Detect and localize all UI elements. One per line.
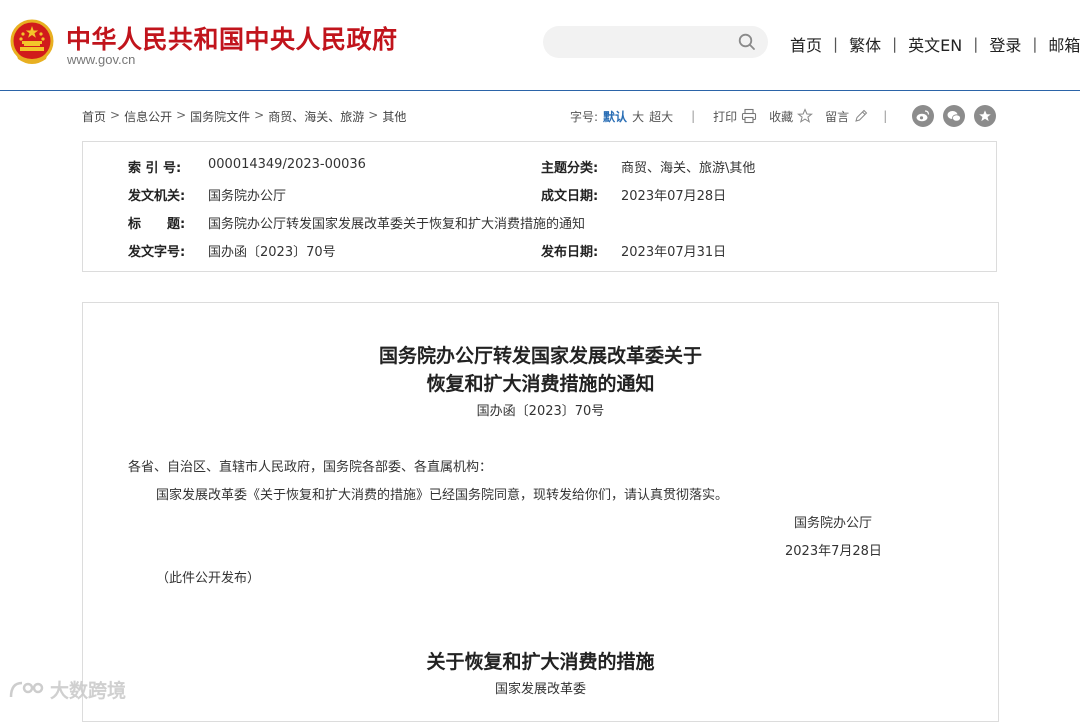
favorite-label: 收藏 bbox=[769, 109, 794, 124]
meta-label: 索 引 号: bbox=[128, 161, 182, 176]
print-label: 打印 bbox=[713, 109, 738, 124]
meta-label: 标 题: bbox=[128, 217, 186, 232]
meta-label: 发文字号: bbox=[128, 245, 186, 260]
document-signature: 国务院办公厅 bbox=[794, 516, 873, 531]
share-buttons bbox=[903, 105, 997, 127]
tools-separator: | bbox=[691, 109, 696, 123]
weibo-icon[interactable] bbox=[912, 105, 935, 127]
meta-label: 发布日期: bbox=[541, 245, 599, 260]
nav-traditional-link[interactable]: 繁体 bbox=[849, 32, 881, 56]
breadcrumb-separator: > bbox=[254, 108, 265, 122]
nav-mail-link[interactable]: 邮箱 bbox=[1048, 32, 1080, 56]
breadcrumb-home[interactable]: 首页 bbox=[82, 108, 106, 125]
meta-row: 索 引 号: 000014349/2023-00036 主题分类: 商贸、海关、… bbox=[83, 157, 996, 177]
meta-value: 000014349/2023-00036 bbox=[208, 157, 366, 172]
national-emblem-icon[interactable] bbox=[10, 19, 54, 67]
meta-value: 国办函〔2023〕70号 bbox=[208, 245, 336, 260]
nav-login-link[interactable]: 登录 bbox=[989, 32, 1021, 56]
nav-separator: | bbox=[892, 35, 898, 53]
meta-label: 发文机关: bbox=[128, 189, 186, 204]
breadcrumb-state-council-docs[interactable]: 国务院文件 bbox=[190, 108, 250, 125]
font-size-xlarge[interactable]: 超大 bbox=[649, 108, 673, 125]
star-icon[interactable] bbox=[974, 105, 997, 127]
star-outline-icon bbox=[797, 108, 814, 123]
top-nav: 首页 | 繁体 | 英文EN | 登录 | 邮箱 bbox=[790, 32, 1080, 56]
breadcrumb: 首页 > 信息公开 > 国务院文件 > 商贸、海关、旅游 > 其他 bbox=[82, 108, 406, 125]
document-body: 国务院办公厅转发国家发展改革委关于 恢复和扩大消费措施的通知 国办函〔2023〕… bbox=[82, 302, 999, 722]
meta-value: 商贸、海关、旅游\其他 bbox=[621, 161, 756, 176]
document-subtitle-org: 国家发展改革委 bbox=[494, 682, 586, 697]
meta-label: 主题分类: bbox=[541, 161, 599, 176]
header-divider bbox=[0, 90, 1080, 91]
search-input[interactable] bbox=[543, 26, 768, 58]
document-subtitle: 关于恢复和扩大消费的措施 bbox=[426, 651, 655, 673]
document-date: 2023年7月28日 bbox=[785, 544, 882, 559]
watermark-text: 大数跨境 bbox=[50, 680, 127, 702]
font-size-label: 字号: bbox=[570, 109, 599, 124]
site-header: 中华人民共和国中央人民政府 www.gov.cn 首页 | 繁体 | 英文EN … bbox=[0, 0, 1080, 90]
meta-value: 国务院办公厅 bbox=[208, 189, 287, 204]
breadcrumb-other[interactable]: 其他 bbox=[382, 108, 406, 125]
document-metadata: 索 引 号: 000014349/2023-00036 主题分类: 商贸、海关、… bbox=[82, 141, 997, 272]
document-title: 恢复和扩大消费措施的通知 bbox=[426, 373, 655, 395]
font-size-default[interactable]: 默认 bbox=[603, 108, 627, 125]
print-button[interactable]: 打印 bbox=[713, 108, 757, 125]
document-paragraph: 国家发展改革委《关于恢复和扩大消费的措施》已经国务院同意，现转发给你们，请认真贯… bbox=[156, 488, 729, 503]
watermark-logo-icon bbox=[9, 681, 44, 697]
nav-home-link[interactable]: 首页 bbox=[790, 32, 822, 56]
document-note: （此件公开发布） bbox=[156, 571, 261, 586]
watermark: 大数跨境 bbox=[8, 676, 126, 703]
wechat-icon[interactable] bbox=[943, 105, 966, 127]
meta-row: 发文机关: 国务院办公厅 成文日期: 2023年07月28日 bbox=[83, 185, 996, 205]
nav-separator: | bbox=[973, 35, 979, 53]
breadcrumb-trade-customs-tourism[interactable]: 商贸、海关、旅游 bbox=[268, 108, 364, 125]
search-icon[interactable] bbox=[738, 33, 756, 51]
meta-row: 发文字号: 国办函〔2023〕70号 发布日期: 2023年07月31日 bbox=[83, 241, 996, 261]
meta-value: 2023年07月31日 bbox=[621, 245, 727, 260]
font-size-large[interactable]: 大 bbox=[632, 108, 644, 125]
breadcrumb-separator: > bbox=[176, 108, 187, 122]
nav-separator: | bbox=[1032, 35, 1038, 53]
comment-label: 留言 bbox=[825, 109, 850, 124]
breadcrumb-info-public[interactable]: 信息公开 bbox=[124, 108, 172, 125]
printer-icon bbox=[742, 108, 757, 124]
site-domain: www.gov.cn bbox=[67, 52, 136, 67]
document-title: 国务院办公厅转发国家发展改革委关于 bbox=[378, 345, 702, 367]
site-title[interactable]: 中华人民共和国中央人民政府 bbox=[66, 20, 398, 56]
pencil-icon bbox=[855, 109, 868, 122]
nav-english-link[interactable]: 英文EN bbox=[908, 32, 962, 56]
document-number: 国办函〔2023〕70号 bbox=[476, 404, 605, 419]
meta-label: 成文日期: bbox=[541, 189, 599, 204]
comment-button[interactable]: 留言 bbox=[825, 108, 869, 125]
page-tools: 字号: 默认 大 超大 | 打印 收藏 留言 | bbox=[570, 104, 997, 128]
meta-value: 2023年07月28日 bbox=[621, 189, 727, 204]
meta-row: 标 题: 国务院办公厅转发国家发展改革委关于恢复和扩大消费措施的通知 bbox=[83, 213, 996, 233]
nav-separator: | bbox=[833, 35, 839, 53]
favorite-button[interactable]: 收藏 bbox=[769, 108, 814, 125]
tools-separator: | bbox=[883, 109, 888, 123]
breadcrumb-separator: > bbox=[110, 108, 121, 122]
document-salutation: 各省、自治区、直辖市人民政府，国务院各部委、各直属机构： bbox=[128, 460, 493, 475]
breadcrumb-separator: > bbox=[368, 108, 379, 122]
meta-value: 国务院办公厅转发国家发展改革委关于恢复和扩大消费措施的通知 bbox=[208, 217, 586, 232]
